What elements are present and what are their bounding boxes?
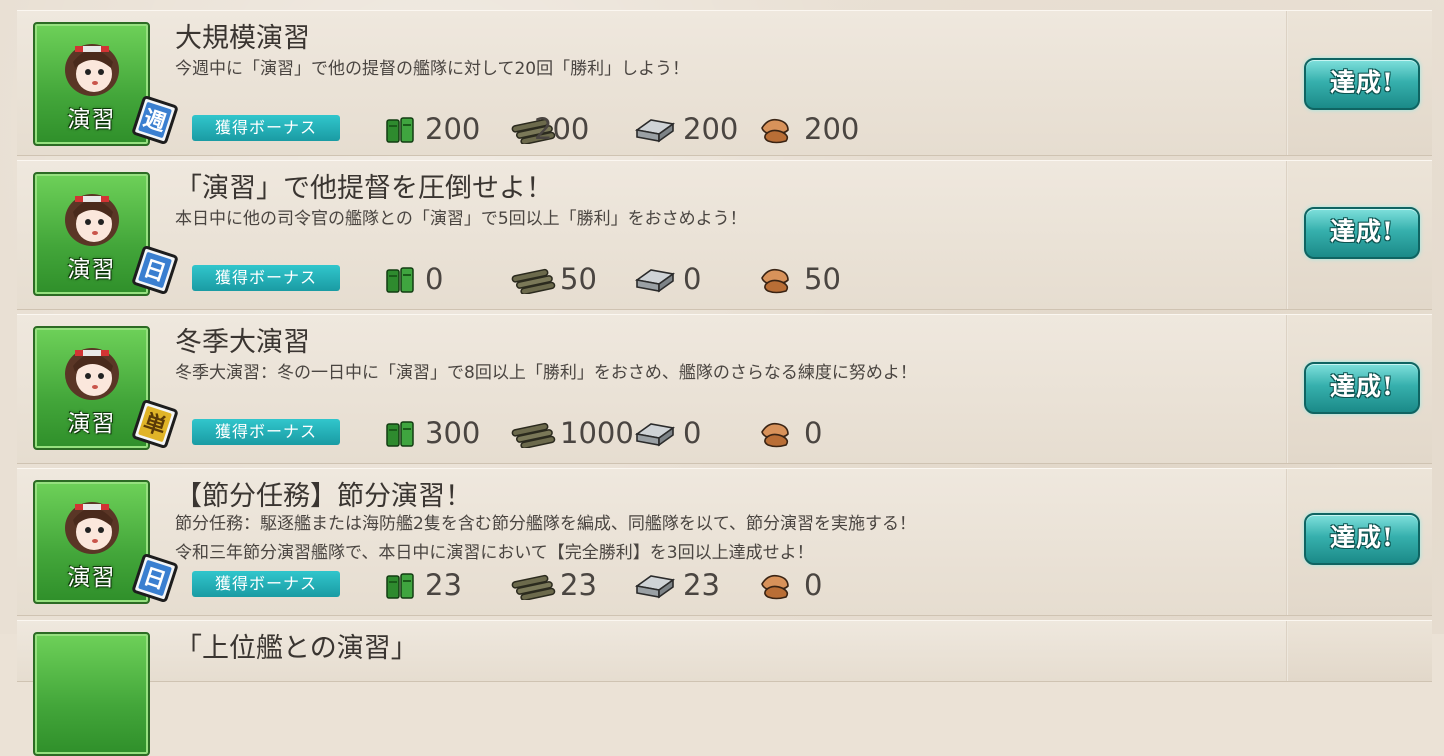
description-line: 冬季大演習：冬の一日中に「演習」で8回以上「勝利」をおさめ、艦隊のさらなる練度に… [175, 363, 917, 383]
description-line: 本日中に他の司令官の艦隊との「演習」で5回以上「勝利」をおさめよう！ [175, 209, 747, 229]
fuel-icon [386, 421, 414, 447]
weekly-tag-icon: 週 [132, 95, 178, 145]
fuel-amount: 200 [425, 112, 481, 146]
character-face-icon [65, 44, 119, 96]
steel-icon [634, 269, 676, 293]
ammo-icon [511, 574, 556, 600]
description-line: 令和三年節分演習艦隊で、本日中に演習において【完全勝利】を3回以上達成せよ！ [175, 543, 814, 563]
quest-description: 節分任務：駆逐艦または海防艦2隻を含む節分艦隊を編成、同艦隊を以て、節分演習を実… [175, 510, 916, 568]
daily-tag-icon: 日 [132, 245, 178, 295]
steel-amount: 0 [683, 416, 702, 450]
character-face-icon [65, 194, 119, 246]
daily-tag-icon: 日 [132, 553, 178, 603]
bauxite-icon [761, 268, 789, 294]
quest-row[interactable]: 「上位艦との演習」 [17, 620, 1432, 756]
bonus-label: 獲得ボーナス [192, 571, 340, 597]
fuel-icon [386, 267, 414, 293]
bauxite-icon [761, 574, 789, 600]
complete-button[interactable]: 達成! [1304, 207, 1420, 259]
ammo-amount: 50 [560, 262, 597, 296]
fuel-icon [386, 573, 414, 599]
ammo-amount: 1000 [560, 416, 634, 450]
steel-amount: 0 [683, 262, 702, 296]
quest-row[interactable]: 演習 日 【節分任務】節分演習！ 節分任務：駆逐艦または海防艦2隻を含む節分艦隊… [17, 468, 1432, 616]
complete-button[interactable]: 達成! [1304, 58, 1420, 110]
fuel-amount: 0 [425, 262, 444, 296]
bauxite-amount: 0 [804, 416, 823, 450]
bonus-label: 獲得ボーナス [192, 265, 340, 291]
fuel-amount: 300 [425, 416, 481, 450]
steel-icon [634, 423, 676, 447]
category-badge-exercise [33, 632, 150, 756]
quest-row[interactable]: 演習 日 「演習」で他提督を圧倒せよ！ 本日中に他の司令官の艦隊との「演習」で5… [17, 160, 1432, 310]
ammo-icon [511, 422, 556, 448]
bauxite-amount: 0 [804, 568, 823, 602]
bauxite-icon [761, 118, 789, 144]
description-line: 今週中に「演習」で他の提督の艦隊に対して20回「勝利」しよう！ [175, 59, 690, 79]
description-line: 節分任務：駆逐艦または海防艦2隻を含む節分艦隊を編成、同艦隊を以て、節分演習を実… [175, 514, 916, 534]
quest-title: 「演習」で他提督を圧倒せよ！ [175, 173, 553, 204]
steel-amount: 23 [683, 568, 720, 602]
ammo-amount: 23 [560, 568, 597, 602]
quest-row[interactable]: 演習 週 大規模演習 今週中に「演習」で他の提督の艦隊に対して20回「勝利」しよ… [17, 10, 1432, 156]
ammo-icon [511, 268, 556, 294]
character-face-icon [65, 502, 119, 554]
bonus-label: 獲得ボーナス [192, 115, 340, 141]
bauxite-amount: 200 [804, 112, 860, 146]
quest-description: 本日中に他の司令官の艦隊との「演習」で5回以上「勝利」をおさめよう！ [175, 206, 747, 233]
complete-button[interactable]: 達成! [1304, 513, 1420, 565]
quest-title: 冬季大演習 [175, 327, 310, 358]
quest-row[interactable]: 演習 単 冬季大演習 冬季大演習：冬の一日中に「演習」で8回以上「勝利」をおさめ… [17, 314, 1432, 464]
fuel-amount: 23 [425, 568, 462, 602]
complete-button[interactable]: 達成! [1304, 362, 1420, 414]
bauxite-amount: 50 [804, 262, 841, 296]
steel-icon [634, 119, 676, 143]
steel-amount: 200 [683, 112, 739, 146]
character-face-icon [65, 348, 119, 400]
quest-list: 演習 週 大規模演習 今週中に「演習」で他の提督の艦隊に対して20回「勝利」しよ… [0, 0, 1444, 756]
ammo-amount: 200 [534, 112, 590, 146]
bonus-label: 獲得ボーナス [192, 419, 340, 445]
bauxite-icon [761, 422, 789, 448]
quest-title: 「上位艦との演習」 [175, 633, 418, 664]
quest-title: 大規模演習 [175, 23, 310, 54]
quest-description: 今週中に「演習」で他の提督の艦隊に対して20回「勝利」しよう！ [175, 56, 689, 83]
steel-icon [634, 575, 676, 599]
fuel-icon [386, 117, 414, 143]
quest-title: 【節分任務】節分演習！ [175, 481, 472, 512]
one-time-tag-icon: 単 [132, 399, 178, 449]
quest-description: 冬季大演習：冬の一日中に「演習」で8回以上「勝利」をおさめ、艦隊のさらなる練度に… [175, 360, 917, 387]
status-cell [1288, 621, 1432, 681]
